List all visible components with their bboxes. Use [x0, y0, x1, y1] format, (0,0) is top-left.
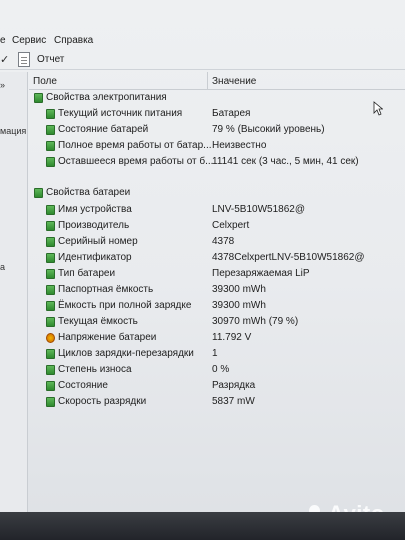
tree-fragment[interactable]: а — [0, 262, 5, 272]
list-item[interactable]: Имя устройства LNV-5B10W51862@ — [29, 203, 405, 218]
section-header[interactable]: Свойства электропитания — [29, 91, 405, 106]
list-item[interactable]: Циклов зарядки-перезарядки 1 — [29, 347, 405, 362]
laptop-bezel — [0, 512, 405, 540]
battery-icon — [46, 221, 55, 231]
tree-fragment[interactable]: мация — [0, 126, 26, 136]
list-item[interactable]: Идентификатор 4378CelxpertLNV-5B10W51862… — [29, 251, 405, 266]
column-header-field[interactable]: Поле — [33, 76, 57, 87]
menu-bar: e Сервис Справка — [0, 33, 405, 49]
avito-watermark: Avito — [328, 501, 385, 512]
tree-panel: » мация а — [0, 72, 28, 512]
list-item[interactable]: Степень износа 0 % — [29, 363, 405, 378]
battery-icon — [46, 381, 55, 391]
battery-icon — [46, 157, 55, 167]
list-item[interactable]: Текущий источник питания Батарея — [29, 107, 405, 122]
list-item[interactable]: Серийный номер 4378 — [29, 235, 405, 250]
report-button[interactable]: Отчет — [37, 54, 64, 65]
list-item[interactable]: Паспортная ёмкость 39300 mWh — [29, 283, 405, 298]
battery-icon — [46, 109, 55, 119]
menu-item-help[interactable]: Справка — [54, 35, 93, 46]
list-item[interactable]: Состояние Разрядка — [29, 379, 405, 394]
list-item[interactable]: Оставшееся время работы от б... 11141 се… — [29, 155, 405, 170]
list-item[interactable]: Состояние батарей 79 % (Высокий уровень) — [29, 123, 405, 138]
list-item[interactable]: Скорость разрядки 5837 mW — [29, 395, 405, 410]
battery-icon — [46, 237, 55, 247]
battery-icon — [46, 205, 55, 215]
check-icon[interactable]: ✓ — [0, 53, 10, 66]
photographed-screen: e Сервис Справка ✓ Отчет » мация а Поле … — [0, 0, 405, 512]
list-item[interactable]: Напряжение батареи 11.792 V — [29, 331, 405, 346]
warning-icon — [46, 333, 55, 343]
mouse-cursor-icon — [373, 101, 383, 116]
avito-logo-icon — [302, 505, 324, 512]
battery-icon — [34, 93, 43, 103]
column-divider[interactable] — [207, 72, 208, 90]
battery-icon — [46, 317, 55, 327]
list-item[interactable]: Полное время работы от батар... Неизвест… — [29, 139, 405, 154]
battery-icon — [34, 188, 43, 198]
battery-icon — [46, 365, 55, 375]
tree-fragment[interactable]: » — [0, 80, 5, 90]
report-icon[interactable] — [18, 52, 30, 67]
battery-icon — [46, 253, 55, 263]
battery-icon — [46, 125, 55, 135]
section-header[interactable]: Свойства батареи — [29, 186, 405, 201]
column-header-value[interactable]: Значение — [212, 76, 256, 87]
battery-icon — [46, 141, 55, 151]
list-item[interactable]: Ёмкость при полной зарядке 39300 mWh — [29, 299, 405, 314]
menu-item-partial[interactable]: e — [0, 35, 6, 46]
list-item[interactable]: Текущая ёмкость 30970 mWh (79 %) — [29, 315, 405, 330]
menu-item-service[interactable]: Сервис — [12, 35, 46, 46]
column-header: Поле Значение — [29, 72, 405, 90]
battery-icon — [46, 397, 55, 407]
battery-icon — [46, 301, 55, 311]
toolbar: ✓ Отчет — [0, 50, 405, 70]
battery-icon — [46, 285, 55, 295]
list-item[interactable]: Тип батареи Перезаряжаемая LiP — [29, 267, 405, 282]
battery-icon — [46, 269, 55, 279]
list-item[interactable]: Производитель Celxpert — [29, 219, 405, 234]
battery-icon — [46, 349, 55, 359]
